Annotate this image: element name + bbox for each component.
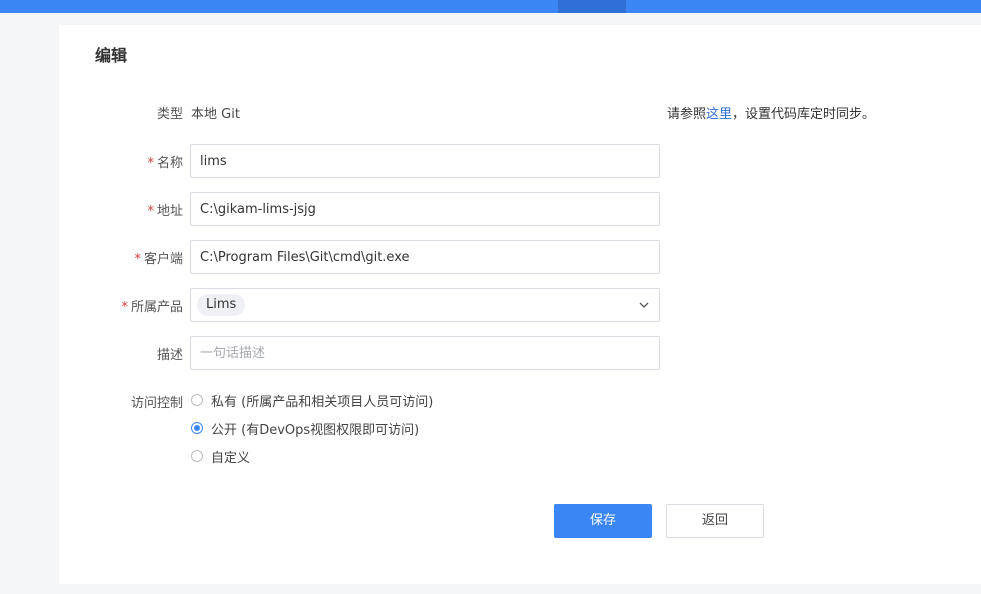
name-label: * 名称 [147, 152, 183, 171]
required-mark: * [147, 156, 154, 171]
sync-hint-suffix: ，设置代码库定时同步。 [732, 107, 876, 122]
required-mark: * [147, 204, 154, 219]
page-title: 编辑 [95, 46, 128, 65]
sync-hint-link[interactable]: 这里 [706, 107, 732, 122]
top-nav-active-tab[interactable] [558, 0, 626, 13]
name-input[interactable] [190, 144, 660, 178]
save-button[interactable]: 保存 [554, 504, 652, 538]
access-option-public[interactable]: 公开 (有DevOps视图权限即可访问) [191, 419, 420, 438]
edit-panel: 编辑 类型 本地 Git 请参照这里，设置代码库定时同步。 *名称 *地址 *客… [59, 25, 981, 584]
sync-hint: 请参照这里，设置代码库定时同步。 [667, 103, 875, 122]
type-value: 本地 Git [191, 107, 240, 122]
description-label: 描述 [156, 348, 183, 363]
access-option-label: 公开 (有DevOps视图权限即可访问) [211, 422, 420, 438]
back-button[interactable]: 返回 [666, 504, 764, 538]
description-input[interactable] [190, 336, 660, 370]
client-label-text: 客户端 [143, 252, 183, 267]
top-nav-bar [0, 0, 981, 13]
address-label: * 地址 [147, 200, 183, 219]
access-option-private[interactable]: 私有 (所属产品和相关项目人员可访问) [191, 391, 434, 410]
product-select[interactable]: Lims [190, 288, 660, 322]
chevron-down-icon [639, 302, 649, 308]
type-label: 类型 [156, 107, 183, 122]
client-label: * 客户端 [134, 248, 183, 267]
address-input[interactable] [190, 192, 660, 226]
required-mark: * [134, 252, 141, 267]
address-label-text: 地址 [156, 204, 183, 219]
access-option-custom[interactable]: 自定义 [191, 447, 251, 466]
access-option-label: 私有 (所属产品和相关项目人员可访问) [211, 394, 434, 410]
access-option-label: 自定义 [211, 450, 251, 466]
product-label: * 所属产品 [121, 296, 183, 315]
client-input[interactable] [190, 240, 660, 274]
product-label-text: 所属产品 [130, 300, 183, 315]
radio-custom[interactable] [191, 450, 203, 462]
radio-private[interactable] [191, 394, 203, 406]
access-label: 访问控制 [130, 396, 183, 411]
radio-public[interactable] [191, 422, 203, 434]
sync-hint-prefix: 请参照 [667, 107, 707, 122]
product-selected-tag[interactable]: Lims [197, 294, 246, 316]
name-label-text: 名称 [156, 156, 183, 171]
required-mark: * [121, 300, 128, 315]
